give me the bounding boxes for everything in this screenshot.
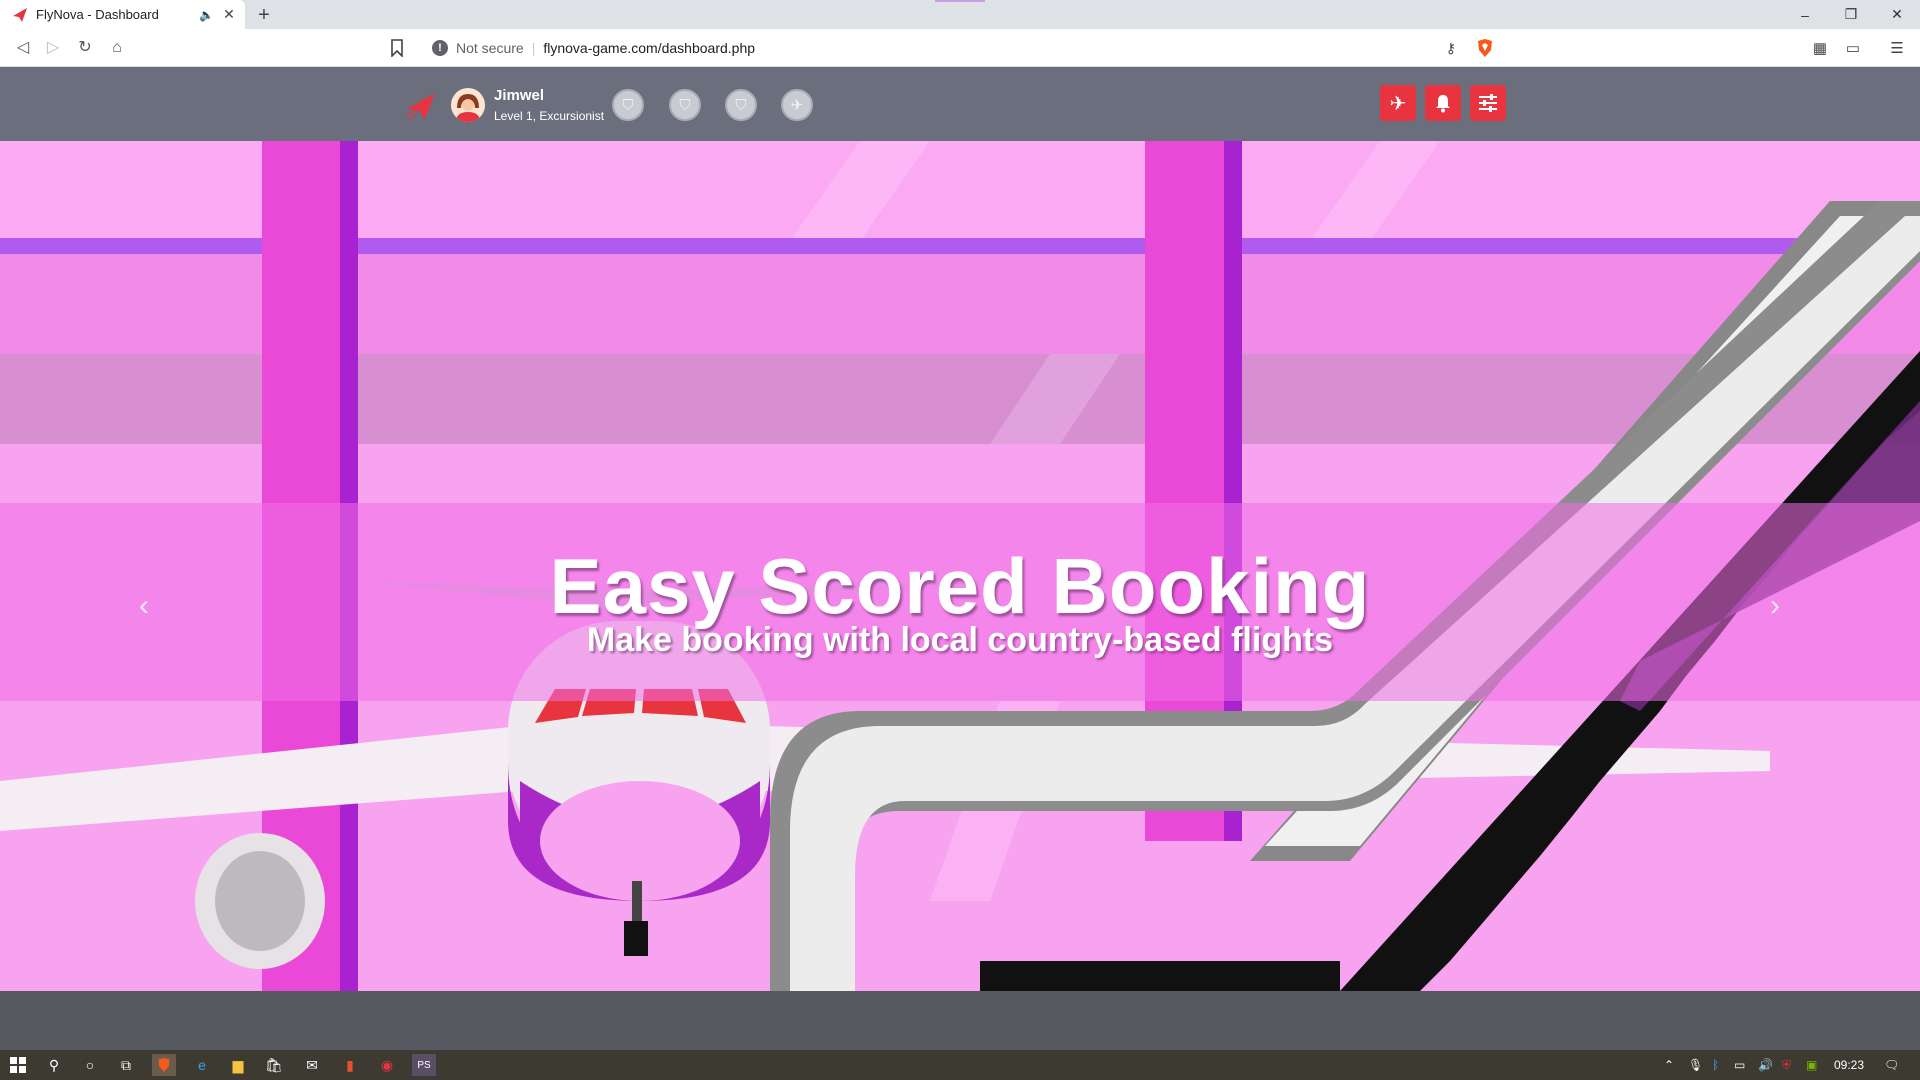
reload-icon[interactable]: ↻: [74, 37, 96, 59]
browser-tab-strip: FlyNova - Dashboard 🔈 ✕ + – ❐ ✕: [0, 0, 1920, 29]
badge-shield-icon[interactable]: ⛉: [669, 89, 701, 121]
avatar[interactable]: [451, 88, 485, 122]
flynova-favicon-icon: [13, 7, 27, 22]
notifications-button[interactable]: [1425, 85, 1461, 121]
office-icon[interactable]: ▮: [338, 1054, 362, 1076]
username: Jimwel: [494, 87, 545, 104]
cortana-icon[interactable]: ○: [78, 1054, 102, 1076]
microphone-icon[interactable]: 🎙: [1688, 1056, 1703, 1074]
hero-title: Easy Scored Booking: [549, 542, 1371, 630]
hero-subtitle: Make booking with local country-based fl…: [586, 621, 1334, 659]
network-icon[interactable]: ▭: [1734, 1056, 1745, 1074]
store-icon[interactable]: 🛍: [262, 1054, 286, 1076]
address-bar[interactable]: ! Not secure | flynova-game.com/dashboar…: [420, 34, 1500, 62]
footer-strip: [0, 991, 1920, 1050]
windows-start-icon[interactable]: [6, 1054, 30, 1076]
address-separator: |: [531, 40, 536, 56]
search-icon[interactable]: ⚲: [42, 1054, 66, 1076]
mail-icon[interactable]: ✉: [300, 1054, 324, 1076]
back-icon[interactable]: ◁: [12, 37, 34, 59]
badge-shield-icon[interactable]: ⛉: [612, 89, 644, 121]
brave-shield-icon[interactable]: [1476, 38, 1494, 58]
key-icon[interactable]: ⚷: [1446, 40, 1456, 57]
forward-icon[interactable]: ▷: [42, 37, 64, 59]
nvidia-icon[interactable]: ▣: [1806, 1056, 1817, 1074]
flynova-logo-icon[interactable]: [405, 91, 437, 121]
browser-toolbar: ◁ ▷ ↻ ⌂ ! Not secure | flynova-game.com/…: [0, 29, 1920, 67]
edge-icon[interactable]: e: [190, 1054, 214, 1076]
tab-strip-indicator: [935, 0, 985, 2]
home-icon[interactable]: ⌂: [106, 37, 128, 59]
security-label: Not secure: [456, 40, 524, 56]
tray-chevron-icon[interactable]: ⌃: [1664, 1056, 1674, 1074]
restore-button[interactable]: ❐: [1828, 0, 1874, 29]
sliders-icon: [1479, 94, 1497, 112]
user-avatar-icon: [451, 88, 485, 122]
volume-icon[interactable]: 🔊: [1758, 1056, 1773, 1074]
flights-button[interactable]: ✈: [1380, 85, 1416, 121]
game-header: Jimwel Level 1, Excursionist ⛉ ⛉ ⛉ ✈ ✈: [0, 67, 1920, 141]
file-explorer-icon[interactable]: ▆: [226, 1054, 250, 1076]
browser-menu-icon[interactable]: ☰: [1887, 39, 1907, 59]
badge-shield-icon[interactable]: ⛉: [725, 89, 757, 121]
bell-icon: [1436, 95, 1450, 113]
hero-slider: Easy Scored Booking Make booking with lo…: [0, 141, 1920, 991]
carousel-prev-button[interactable]: ‹: [124, 586, 164, 626]
os-taskbar: ⚲ ○ ⧉ e ▆ 🛍 ✉ ▮ ◉ PS ⌃ 🎙 ᛒ ▭ 🔊 ⛨ ▣ 09:23…: [0, 1050, 1920, 1080]
menu-button[interactable]: [1470, 85, 1506, 121]
task-view-icon[interactable]: ⧉: [114, 1054, 138, 1076]
security-tray-icon[interactable]: ⛨: [1782, 1056, 1791, 1074]
carousel-next-button[interactable]: ›: [1755, 586, 1795, 626]
clock-time[interactable]: 09:23: [1834, 1056, 1864, 1074]
badge-plane-icon[interactable]: ✈: [781, 89, 813, 121]
info-icon[interactable]: !: [432, 40, 448, 56]
user-level: Level 1, Excursionist: [494, 109, 605, 123]
browser-tab[interactable]: FlyNova - Dashboard 🔈 ✕: [0, 0, 245, 29]
qr-code-icon[interactable]: ▦: [1810, 39, 1830, 59]
action-center-icon[interactable]: 🗨: [1884, 1056, 1899, 1074]
brave-browser-icon[interactable]: [152, 1054, 176, 1076]
bookmark-icon[interactable]: [390, 39, 404, 57]
record-icon[interactable]: ◉: [375, 1054, 399, 1076]
tab-title: FlyNova - Dashboard: [36, 7, 159, 22]
bluetooth-icon[interactable]: ᛒ: [1712, 1056, 1719, 1074]
url-text[interactable]: flynova-game.com/dashboard.php: [543, 40, 1445, 56]
minimize-button[interactable]: –: [1782, 0, 1828, 29]
new-tab-button[interactable]: +: [252, 3, 276, 27]
airplane-icon: ✈: [1389, 92, 1407, 115]
tab-audio-icon[interactable]: 🔈: [199, 8, 215, 22]
close-window-button[interactable]: ✕: [1874, 0, 1920, 29]
reading-list-icon[interactable]: ▭: [1843, 39, 1863, 59]
phpstorm-icon[interactable]: PS: [412, 1054, 436, 1076]
tab-close-icon[interactable]: ✕: [221, 6, 237, 23]
